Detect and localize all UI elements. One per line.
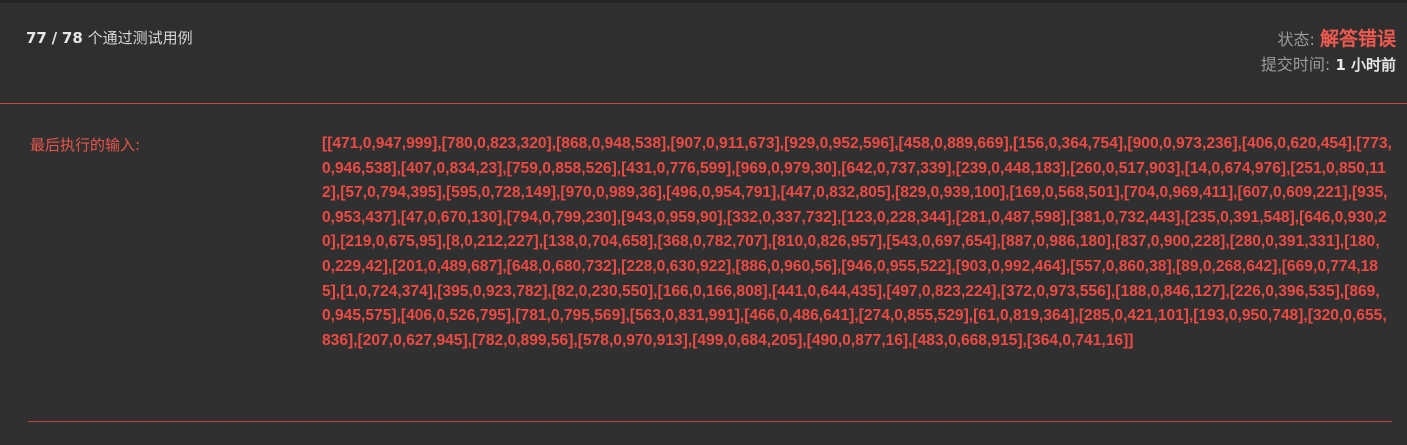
summary-suffix: 个通过测试用例 bbox=[87, 29, 193, 47]
status-label: 状态: bbox=[1277, 30, 1315, 49]
status-block: 状态: 解答错误 提交时间: 1 小时前 bbox=[1261, 25, 1396, 77]
passed-count: 77 bbox=[26, 29, 47, 47]
submit-time-value: 1 小时前 bbox=[1335, 56, 1396, 74]
status-line: 状态: 解答错误 bbox=[1261, 25, 1396, 53]
result-header: 77 / 78 个通过测试用例 状态: 解答错误 提交时间: 1 小时前 bbox=[0, 3, 1407, 103]
total-count: 78 bbox=[61, 29, 83, 47]
submit-time-line: 提交时间: 1 小时前 bbox=[1261, 53, 1396, 77]
bottom-divider bbox=[28, 421, 1392, 422]
count-separator: / bbox=[51, 29, 58, 47]
status-value[interactable]: 解答错误 bbox=[1320, 28, 1396, 50]
last-input-section: 最后执行的输入: [[471,0,947,999],[780,0,823,320… bbox=[0, 104, 1407, 445]
submit-time-label: 提交时间: bbox=[1260, 55, 1331, 74]
test-case-summary: 77 / 78 个通过测试用例 bbox=[26, 27, 193, 48]
last-input-label: 最后执行的输入: bbox=[30, 136, 141, 154]
last-input-value: [[471,0,947,999],[780,0,823,320],[868,0,… bbox=[322, 135, 1392, 349]
